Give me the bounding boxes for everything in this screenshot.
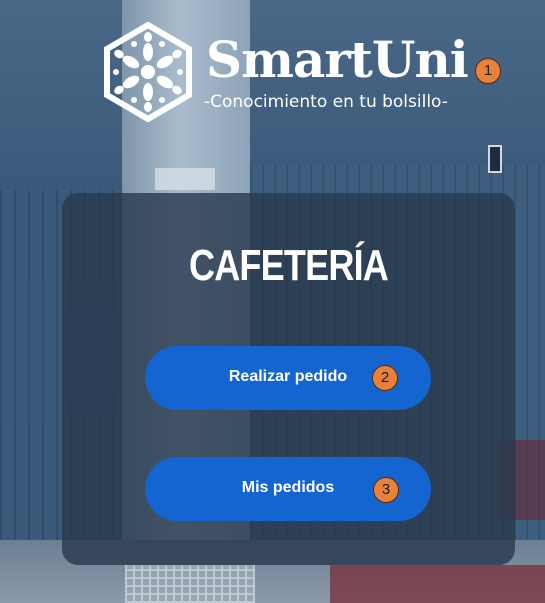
cafeteria-card: CAFETERÍA Realizar pedido 2 Mis pedidos … (62, 193, 515, 565)
brand-tagline: -Conocimiento en tu bolsillo- (204, 92, 448, 112)
background-table (330, 565, 545, 603)
annotation-badge: 3 (373, 477, 399, 503)
annotation-badge: 2 (372, 365, 398, 391)
app-logo: SmartUni -Conocimiento en tu bolsillo- (98, 22, 478, 122)
background-poster (155, 168, 215, 190)
brand-name: SmartUni (206, 30, 469, 89)
background-sign (488, 145, 502, 173)
page-title: CAFETERÍA (188, 241, 389, 290)
mandala-logo-icon (104, 22, 192, 122)
annotation-badge: 1 (475, 58, 501, 84)
background-grill (125, 565, 255, 603)
